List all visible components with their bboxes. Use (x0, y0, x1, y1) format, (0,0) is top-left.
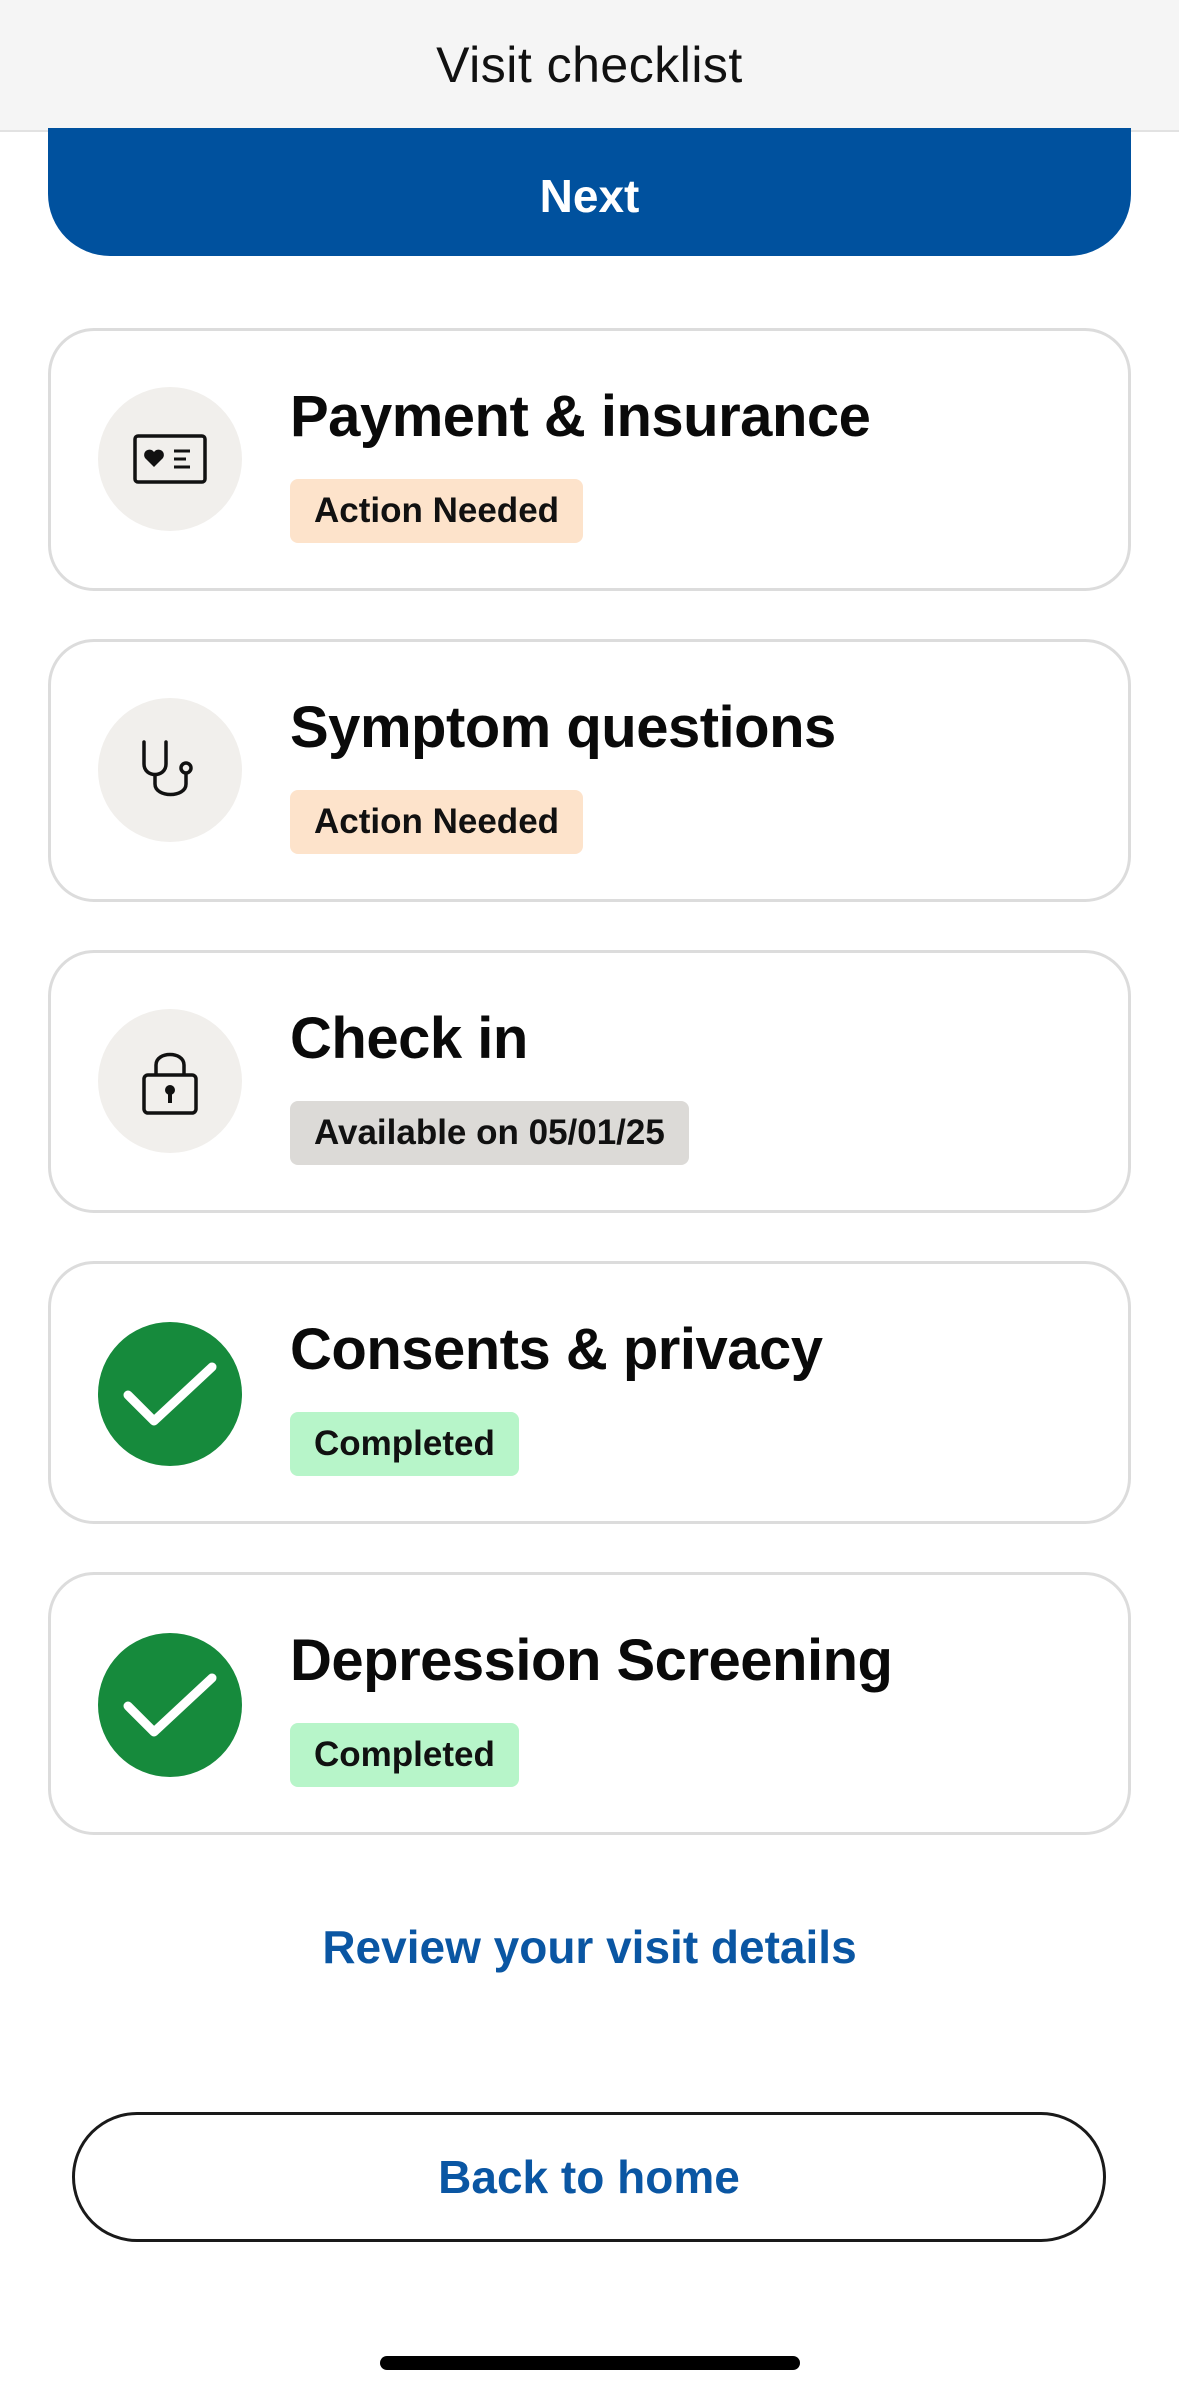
checkmark-icon (123, 1362, 217, 1426)
checklist-item-depression-screening[interactable]: Depression Screening Completed (48, 1572, 1131, 1835)
status-badge: Action Needed (290, 790, 584, 854)
page-title: Visit checklist (436, 37, 743, 93)
checkmark-icon-circle (98, 1633, 242, 1777)
top-header: Visit checklist (0, 0, 1179, 132)
checklist-item-check-in[interactable]: Check in Available on 05/01/25 (48, 950, 1131, 1213)
checklist-item-title: Depression Screening (290, 1628, 893, 1693)
checklist-item-symptom-questions[interactable]: Symptom questions Action Needed (48, 639, 1131, 902)
status-badge: Available on 05/01/25 (290, 1101, 689, 1165)
status-badge: Completed (290, 1723, 519, 1787)
checklist-item-title: Symptom questions (290, 695, 836, 760)
checkmark-icon (123, 1673, 217, 1737)
back-to-home-button[interactable]: Back to home (72, 2112, 1106, 2242)
lock-icon-circle (98, 1009, 242, 1153)
checkmark-icon-circle (98, 1322, 242, 1466)
checklist-item-consents-privacy[interactable]: Consents & privacy Completed (48, 1261, 1131, 1524)
next-button[interactable]: Next (48, 128, 1131, 256)
lock-icon (142, 1052, 198, 1115)
insurance-card-icon-circle (98, 387, 242, 531)
home-indicator[interactable] (380, 2356, 800, 2370)
status-badge: Action Needed (290, 479, 584, 543)
checklist-item-title: Consents & privacy (290, 1317, 823, 1382)
stethoscope-icon (142, 740, 193, 797)
stethoscope-icon-circle (98, 698, 242, 842)
checklist-item-title: Payment & insurance (290, 384, 871, 449)
checklist-item-payment-insurance[interactable]: Payment & insurance Action Needed (48, 328, 1131, 591)
insurance-card-icon (133, 434, 207, 484)
status-badge: Completed (290, 1412, 519, 1476)
review-visit-details-link[interactable]: Review your visit details (0, 1920, 1179, 1974)
checklist-item-title: Check in (290, 1006, 528, 1071)
